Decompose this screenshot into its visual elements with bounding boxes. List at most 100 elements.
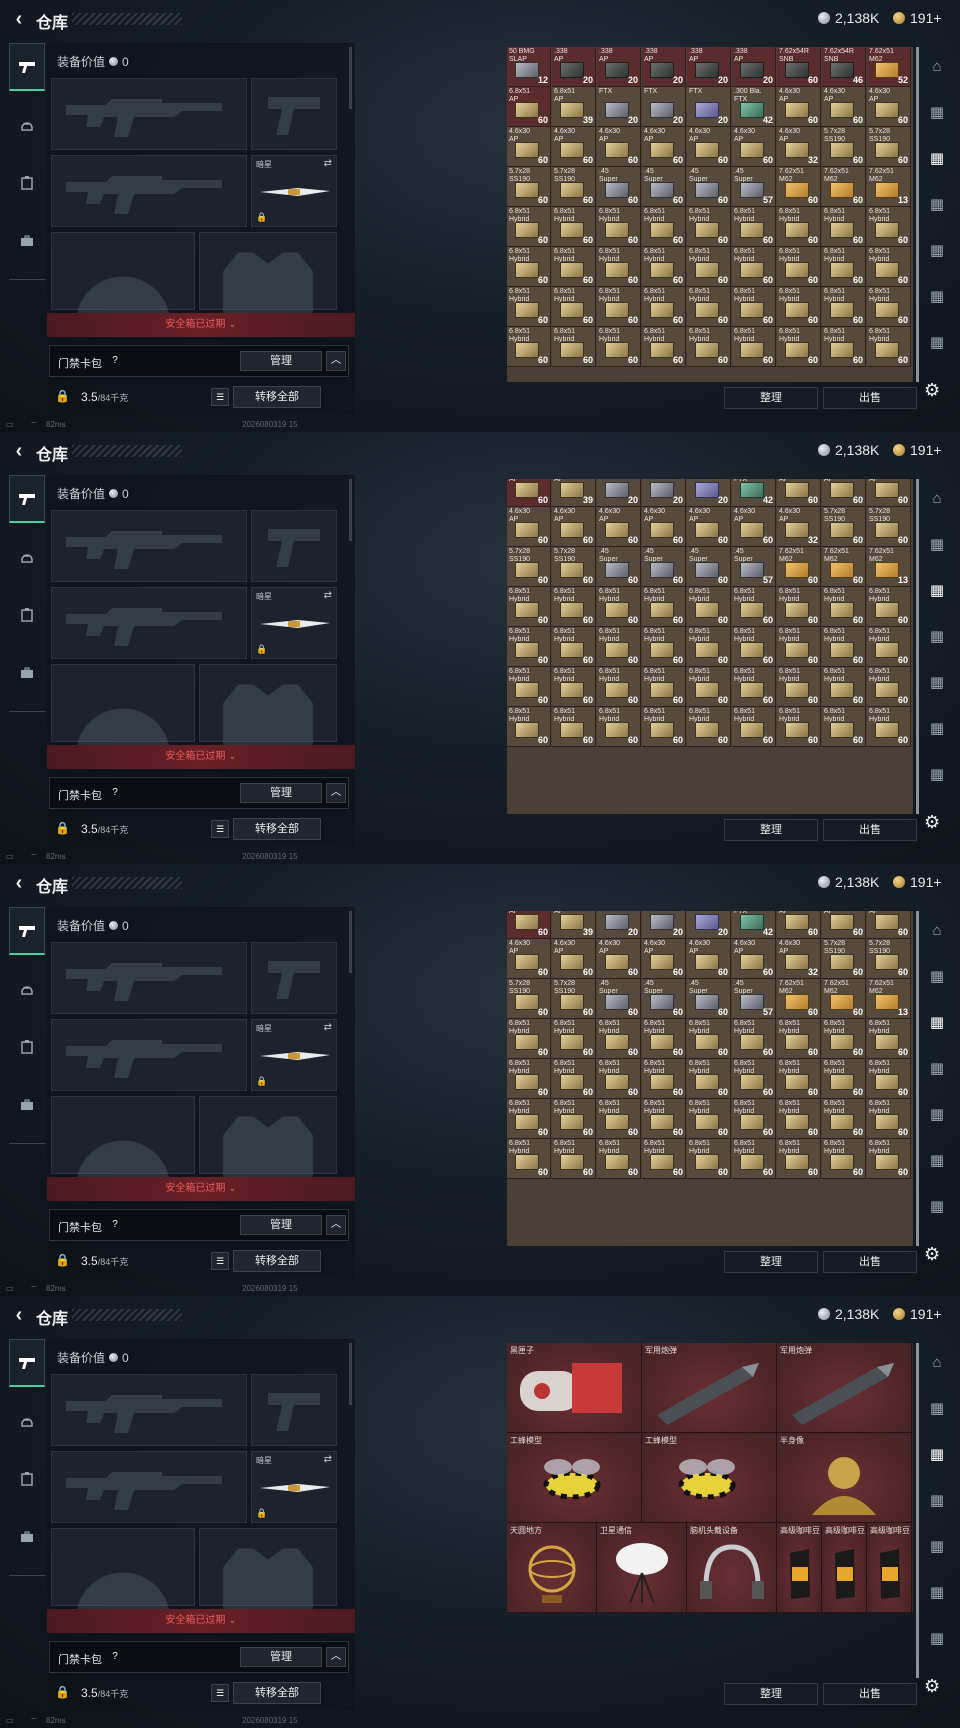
- ammo-item[interactable]: 6.8x51 AP60: [507, 479, 551, 507]
- ammo-item[interactable]: 6.8x51 Hybrid 60: [507, 667, 551, 707]
- safebox-expired-banner[interactable]: 安全箱已过期 ⌄: [47, 1177, 355, 1201]
- collapse-button[interactable]: ︿: [326, 783, 346, 803]
- tab-weapons[interactable]: [9, 43, 45, 91]
- ammo-item[interactable]: 6.8x51 Hybrid 60: [597, 327, 641, 367]
- ammo-item[interactable]: 6.8x51 Hybrid 60: [597, 287, 641, 327]
- safebox-expired-banner[interactable]: 安全箱已过期 ⌄: [47, 745, 355, 769]
- stash-scrollbar[interactable]: [916, 47, 919, 382]
- tab-weapons[interactable]: [9, 907, 45, 955]
- ammo-item[interactable]: 6.8x51 Hybrid 60: [867, 247, 911, 287]
- ammo-item[interactable]: 6.8x51 Hybrid 60: [732, 627, 776, 667]
- ammo-item[interactable]: 6.8x51 Hybrid 60: [867, 1059, 911, 1099]
- ammo-item[interactable]: 7.62x51 M62 52: [867, 47, 911, 87]
- tab-warehouse-6[interactable]: ▦: [922, 332, 952, 376]
- ammo-item[interactable]: .338 AP 20: [642, 47, 686, 87]
- tab-warehouse-3[interactable]: ▦: [922, 194, 952, 238]
- ammo-item[interactable]: 6.8x51 Hybrid 60: [507, 1099, 551, 1139]
- ammo-item[interactable]: 4.6x30 AP60: [777, 479, 821, 507]
- manage-button[interactable]: 管理: [240, 783, 322, 803]
- ammo-item[interactable]: 6.8x51 Hybrid 60: [732, 1059, 776, 1099]
- tab-warehouse-overview[interactable]: ⌂: [922, 56, 952, 100]
- ammo-item[interactable]: 5.7x28 SS190 60: [507, 547, 551, 587]
- ammo-item[interactable]: 6.8x51 Hybrid 60: [552, 667, 596, 707]
- ammo-item[interactable]: 6.8x51 Hybrid 60: [777, 1059, 821, 1099]
- ammo-item[interactable]: 6.8x51 Hybrid 60: [597, 1139, 641, 1179]
- ammo-item[interactable]: 6.8x51 AP60: [507, 911, 551, 939]
- ammo-item[interactable]: 4.6x30 AP60: [507, 127, 551, 167]
- valuable-item[interactable]: 军用炮弹: [777, 1343, 912, 1433]
- tab-warehouse-4[interactable]: ▦: [922, 1536, 952, 1580]
- list-icon[interactable]: ☰: [211, 388, 229, 406]
- ammo-item[interactable]: 6.8x51 Hybrid 60: [552, 327, 596, 367]
- tab-warehouse-3[interactable]: ▦: [922, 1490, 952, 1534]
- helmet-slot[interactable]: [51, 664, 195, 768]
- ammo-item[interactable]: .45 Super 57: [732, 167, 776, 207]
- ammo-item[interactable]: 6.8x51 Hybrid 60: [732, 1019, 776, 1059]
- ammo-item[interactable]: 5.7x28 SS190 60: [552, 979, 596, 1019]
- tab-armor[interactable]: [9, 533, 45, 581]
- secondary-weapon-slot[interactable]: [51, 155, 247, 227]
- ammo-item[interactable]: 5.7x28 SS190 60: [507, 979, 551, 1019]
- ammo-item[interactable]: 6.8x51 Hybrid 60: [687, 627, 731, 667]
- ammo-item[interactable]: 4.6x30 AP60: [867, 911, 911, 939]
- ammo-item[interactable]: .45 Super 60: [642, 167, 686, 207]
- ammo-item[interactable]: 4.6x30 AP 32: [777, 127, 821, 167]
- ammo-item[interactable]: 6.8x51 Hybrid 60: [867, 707, 911, 747]
- ammo-item[interactable]: .300 Bla. FTX42: [732, 87, 776, 127]
- ammo-item[interactable]: FTX20: [597, 479, 641, 507]
- tab-kits[interactable]: [9, 1081, 45, 1129]
- collapse-button[interactable]: ︿: [326, 1215, 346, 1235]
- ammo-item[interactable]: .45 Super 60: [687, 167, 731, 207]
- ammo-item[interactable]: 6.8x51 Hybrid 60: [552, 1139, 596, 1179]
- valuable-item[interactable]: 工蜂模型: [642, 1433, 777, 1523]
- ammo-item[interactable]: 4.6x30 AP60: [867, 479, 911, 507]
- ammo-item[interactable]: 6.8x51 Hybrid 60: [687, 1099, 731, 1139]
- tab-warehouse-5[interactable]: ▦: [922, 286, 952, 330]
- ammo-item[interactable]: 6.8x51 Hybrid 60: [822, 627, 866, 667]
- back-button[interactable]: ‹: [8, 8, 30, 30]
- ammo-item[interactable]: 4.6x30 AP60: [552, 507, 596, 547]
- ammo-item[interactable]: FTX20: [687, 479, 731, 507]
- helmet-slot[interactable]: [51, 1096, 195, 1200]
- tab-warehouse-6[interactable]: ▦: [922, 764, 952, 808]
- ammo-item[interactable]: 6.8x51 Hybrid 60: [687, 1019, 731, 1059]
- tab-warehouse-6[interactable]: ▦: [922, 1628, 952, 1672]
- settings-gear-icon[interactable]: ⚙: [924, 380, 940, 401]
- tab-tasks[interactable]: [9, 1023, 45, 1071]
- ammo-item[interactable]: 6.8x51 Hybrid 60: [687, 327, 731, 367]
- list-icon[interactable]: ☰: [211, 1684, 229, 1702]
- ammo-item[interactable]: 6.8x51 Hybrid 60: [687, 247, 731, 287]
- ammo-item[interactable]: 6.8x51 Hybrid 60: [552, 627, 596, 667]
- ammo-item[interactable]: 6.8x51 Hybrid 60: [732, 247, 776, 287]
- equipment-scrollbar[interactable]: [349, 1343, 352, 1405]
- ammo-item[interactable]: 6.8x51 Hybrid 60: [507, 327, 551, 367]
- ammo-item[interactable]: 7.62x54R SNB 60: [777, 47, 821, 87]
- ammo-item[interactable]: 6.8x51 Hybrid 60: [507, 1019, 551, 1059]
- tab-warehouse-overview[interactable]: ⌂: [922, 488, 952, 532]
- ammo-item[interactable]: 7.62x51 M62 60: [777, 547, 821, 587]
- stash-scrollbar[interactable]: [916, 1343, 919, 1678]
- ammo-item[interactable]: 6.8x51 Hybrid 60: [642, 1139, 686, 1179]
- tab-warehouse-1[interactable]: ▦: [922, 102, 952, 146]
- ammo-item[interactable]: 4.6x30 AP60: [597, 127, 641, 167]
- ammo-item[interactable]: FTX20: [642, 911, 686, 939]
- secondary-weapon-slot[interactable]: [51, 1019, 247, 1091]
- ammo-item[interactable]: 6.8x51 Hybrid 60: [777, 247, 821, 287]
- transfer-all-button[interactable]: 转移全部: [233, 1250, 321, 1272]
- ammo-item[interactable]: 6.8x51 Hybrid 60: [507, 587, 551, 627]
- tab-warehouse-2[interactable]: ▦: [922, 1012, 952, 1056]
- ammo-item[interactable]: 5.7x28 SS190 60: [867, 507, 911, 547]
- armor-slot[interactable]: [199, 1096, 337, 1199]
- ammo-item[interactable]: 4.6x30 AP60: [552, 127, 596, 167]
- transfer-all-button[interactable]: 转移全部: [233, 818, 321, 840]
- helmet-slot[interactable]: [51, 232, 195, 336]
- tab-armor[interactable]: [9, 1397, 45, 1445]
- sort-button[interactable]: 整理: [724, 1683, 818, 1705]
- ammo-item[interactable]: 5.7x28 SS190 60: [552, 547, 596, 587]
- ammo-item[interactable]: 6.8x51 Hybrid 60: [642, 287, 686, 327]
- ammo-item[interactable]: 6.8x51 Hybrid 60: [552, 1019, 596, 1059]
- ammo-item[interactable]: 6.8x51 Hybrid 60: [867, 207, 911, 247]
- ammo-item[interactable]: 6.8x51 Hybrid 60: [777, 1099, 821, 1139]
- ammo-item[interactable]: 6.8x51 Hybrid 60: [507, 207, 551, 247]
- ammo-item[interactable]: FTX20: [597, 87, 641, 127]
